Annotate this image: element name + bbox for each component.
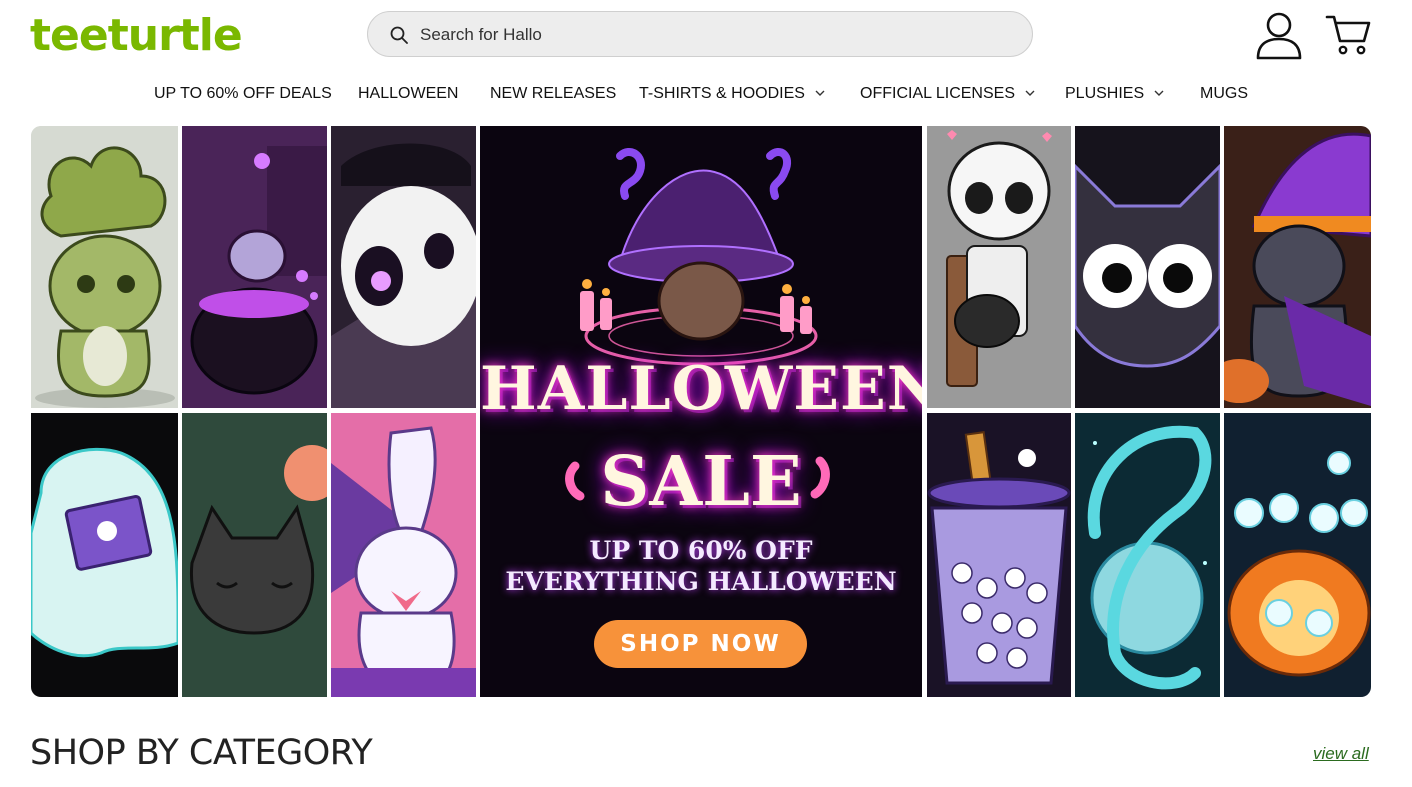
discount-scope-text: EVERYTHING HALLOWEEN	[505, 567, 897, 596]
nav-label: PLUSHIES	[1065, 85, 1145, 102]
nav-mugs[interactable]: MUGS	[1200, 85, 1248, 103]
search-input[interactable]	[418, 12, 1002, 58]
nav-label: HALLOWEEN	[358, 85, 459, 102]
big-eyes-cat-illustration	[1075, 126, 1220, 408]
halloween-sale-promo: HALLOWEEN SALE UP TO 60% OFF EVERYTHING …	[480, 126, 922, 697]
skull-panda-illustration	[331, 126, 476, 408]
medusa-cat-illustration	[31, 126, 178, 408]
boba-skulls-illustration	[927, 413, 1071, 697]
nav-label: T-SHIRTS & HOODIES	[639, 85, 805, 102]
witch-cat-cauldron-illustration	[182, 126, 327, 408]
discount-text: UP TO 60% OFF	[589, 536, 813, 565]
nav-official-licenses[interactable]: OFFICIAL LICENSES	[860, 85, 1035, 103]
nav-label: MUGS	[1200, 85, 1248, 102]
person-icon[interactable]	[1255, 11, 1303, 61]
main-nav: UP TO 60% OFF DEALS HALLOWEEN NEW RELEAS…	[0, 80, 1412, 110]
chevron-down-icon	[1154, 90, 1164, 96]
view-all-link[interactable]: view all	[1313, 744, 1369, 764]
wizard-bunny-illustration	[331, 413, 476, 697]
nav-label: UP TO 60% OFF DEALS	[154, 85, 332, 102]
nav-new-releases[interactable]: NEW RELEASES	[490, 85, 616, 103]
skeleton-black-cat-illustration	[927, 126, 1071, 408]
ghost-book-illustration	[31, 413, 178, 697]
witch-hat-cat-illustration	[1224, 126, 1371, 408]
headline-halloween: HALLOWEEN	[480, 354, 922, 424]
search-bar[interactable]	[367, 11, 1033, 58]
nav-deals[interactable]: UP TO 60% OFF DEALS	[154, 85, 332, 103]
cart-icon[interactable]	[1325, 13, 1371, 57]
shop-by-category-heading: SHOP BY CATEGORY	[30, 733, 373, 773]
nav-tshirts-hoodies[interactable]: T-SHIRTS & HOODIES	[639, 85, 825, 103]
search-icon	[390, 26, 408, 44]
headline-sale: SALE	[600, 442, 802, 522]
chevron-down-icon	[1025, 90, 1035, 96]
nav-halloween[interactable]: HALLOWEEN	[358, 85, 458, 103]
shop-now-button[interactable]: SHOP NOW	[594, 620, 807, 668]
teeturtle-logo[interactable]: teeturtle	[30, 10, 243, 61]
chevron-down-icon	[815, 90, 825, 96]
ghost-cats-pumpkin-illustration	[1224, 413, 1371, 697]
halloween-sale-banner[interactable]: HALLOWEEN SALE UP TO 60% OFF EVERYTHING …	[31, 126, 1371, 697]
sleeping-black-cat-illustration	[182, 413, 327, 697]
nav-label: OFFICIAL LICENSES	[860, 85, 1015, 102]
nav-label: NEW RELEASES	[490, 85, 617, 102]
moon-dragon-illustration	[1075, 413, 1220, 697]
nav-plushies[interactable]: PLUSHIES	[1065, 85, 1164, 103]
